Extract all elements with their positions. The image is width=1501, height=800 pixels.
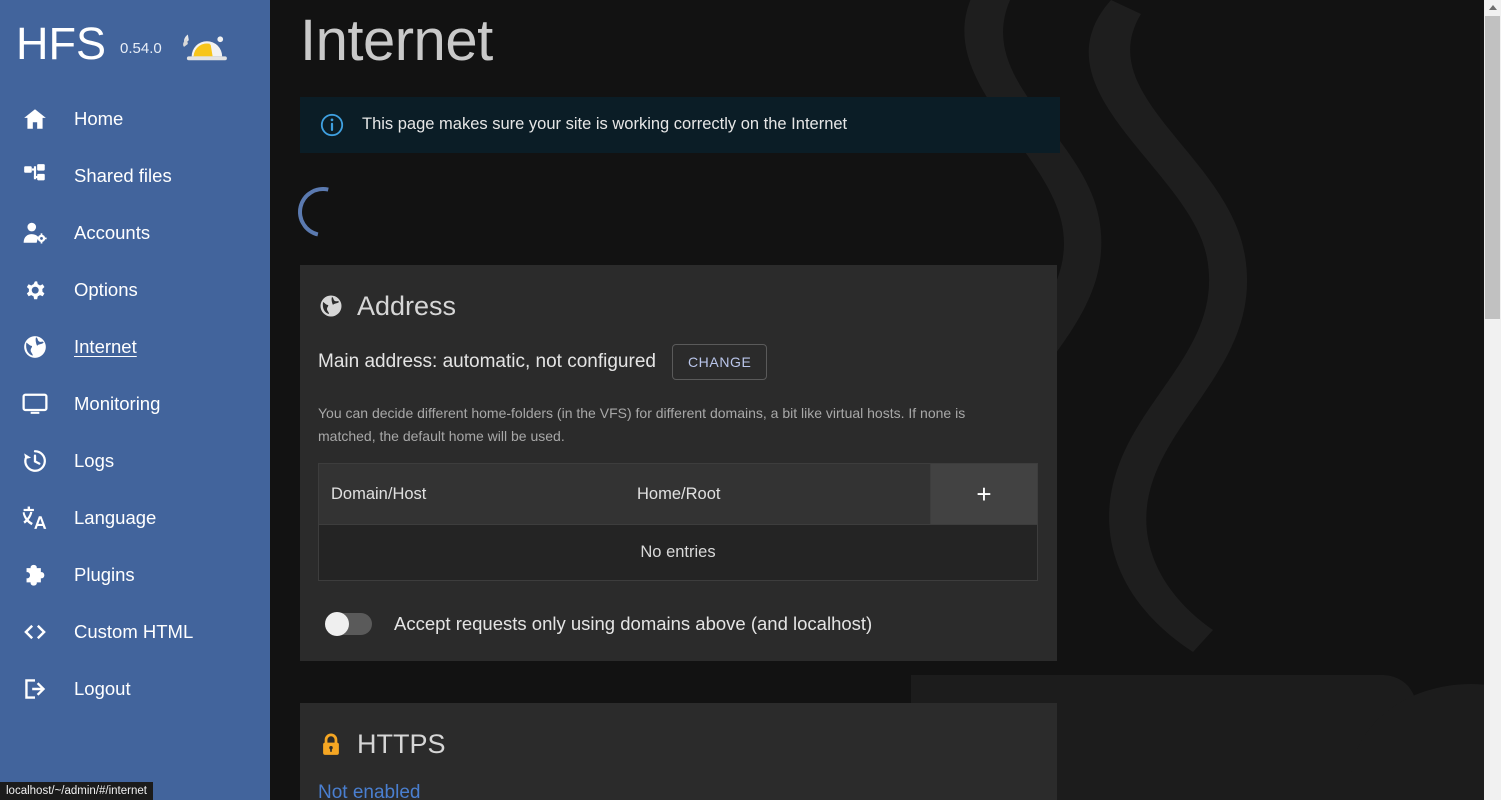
domains-only-toggle[interactable] (325, 612, 372, 637)
sidebar-item-label: Logs (74, 449, 115, 471)
https-card-title-label: HTTPS (357, 729, 446, 760)
sidebar-item-custom-html[interactable]: Custom HTML (0, 603, 270, 660)
home-icon (20, 104, 50, 134)
logout-icon (20, 674, 50, 704)
info-banner-text: This page makes sure your site is workin… (362, 115, 848, 134)
brand-name: HFS (16, 17, 106, 69)
sidebar-item-label: Options (74, 278, 138, 300)
puzzle-piece-icon (20, 560, 50, 590)
sidebar-item-language[interactable]: Language (0, 489, 270, 546)
add-domain-button[interactable]: + (930, 464, 1037, 525)
main-address-row: Main address: automatic, not configured … (318, 343, 1039, 380)
sidebar-item-label: Plugins (74, 563, 135, 585)
empty-state-message: No entries (640, 543, 716, 562)
code-brackets-icon (20, 617, 50, 647)
sidebar-item-label: Custom HTML (74, 620, 194, 642)
sidebar-item-label: Accounts (74, 221, 151, 243)
user-gear-icon (20, 218, 50, 248)
sidebar-item-monitoring[interactable]: Monitoring (0, 375, 270, 432)
globe-icon (318, 293, 344, 319)
page-title: Internet (300, 8, 493, 73)
sidebar-item-label: Language (74, 506, 157, 528)
loading-spinner (288, 177, 358, 247)
sidebar-item-label: Home (74, 107, 124, 129)
sidebar-item-label: Internet (74, 335, 137, 357)
spinner-icon (288, 177, 358, 247)
sidebar-item-accounts[interactable]: Accounts (0, 204, 270, 261)
sidebar-item-home[interactable]: Home (0, 90, 270, 147)
domains-table-body: No entries (319, 524, 1037, 581)
chevron-up-icon (1488, 5, 1497, 10)
lock-icon (318, 732, 344, 758)
domains-only-toggle-row: Accept requests only using domains above… (318, 612, 1039, 637)
vertical-scrollbar[interactable] (1484, 0, 1501, 800)
https-status-link[interactable]: Not enabled (318, 782, 420, 800)
column-header-home-root: Home/Root (637, 484, 721, 503)
scroll-up-button[interactable] (1484, 0, 1501, 15)
column-header-domain-host: Domain/Host (331, 484, 427, 503)
address-card-title: Address (318, 291, 1039, 322)
sidebar-item-label: Logout (74, 677, 131, 699)
domains-table-header: Domain/Host Home/Root + (319, 464, 1037, 525)
info-banner: This page makes sure your site is workin… (300, 96, 1060, 153)
sidebar-item-options[interactable]: Options (0, 261, 270, 318)
sidebar-item-logout[interactable]: Logout (0, 660, 270, 717)
sidebar-item-shared-files[interactable]: Shared files (0, 147, 270, 204)
brand-header: HFS 0.54.0 (0, 0, 270, 86)
sidebar-item-internet[interactable]: Internet (0, 318, 270, 375)
serving-dish-icon (182, 25, 228, 65)
hfs-admin-window: HFS 0.54.0 Home Shared files Accounts Op… (0, 0, 1501, 800)
main-address-label: Main address: automatic, not configured (318, 350, 656, 372)
status-bar-url: localhost/~/admin/#/internet (0, 782, 153, 800)
info-circle-icon (320, 113, 344, 137)
sidebar-item-plugins[interactable]: Plugins (0, 546, 270, 603)
toggle-knob (325, 612, 349, 637)
globe-icon (20, 332, 50, 362)
page-content: Internet This page makes sure your site … (270, 0, 1501, 800)
sidebar-item-logs[interactable]: Logs (0, 432, 270, 489)
address-card-title-label: Address (357, 290, 457, 321)
gear-icon (20, 275, 50, 305)
monitor-icon (20, 389, 50, 419)
sidebar-item-label: Shared files (74, 164, 172, 186)
history-clock-icon (20, 446, 50, 476)
domains-table: Domain/Host Home/Root + No entries (318, 463, 1038, 582)
domains-only-toggle-label: Accept requests only using domains above… (394, 613, 873, 635)
translate-icon (20, 503, 50, 533)
sidebar: HFS 0.54.0 Home Shared files Accounts Op… (0, 0, 270, 800)
domains-helper-text: You can decide different home-folders (i… (318, 404, 966, 445)
sidebar-nav: Home Shared files Accounts Options Inter… (0, 86, 270, 717)
plus-icon: + (976, 479, 992, 510)
address-card: Address Main address: automatic, not con… (300, 264, 1057, 662)
https-card: HTTPS Not enabled (300, 703, 1057, 800)
sitemap-icon (20, 161, 50, 191)
https-card-title: HTTPS (318, 729, 1039, 760)
scrollbar-thumb[interactable] (1485, 16, 1500, 319)
change-address-button[interactable]: CHANGE (671, 343, 768, 380)
main-content: Internet This page makes sure your site … (270, 0, 1501, 800)
brand-version: 0.54.0 (120, 39, 162, 57)
sidebar-item-label: Monitoring (74, 392, 161, 414)
